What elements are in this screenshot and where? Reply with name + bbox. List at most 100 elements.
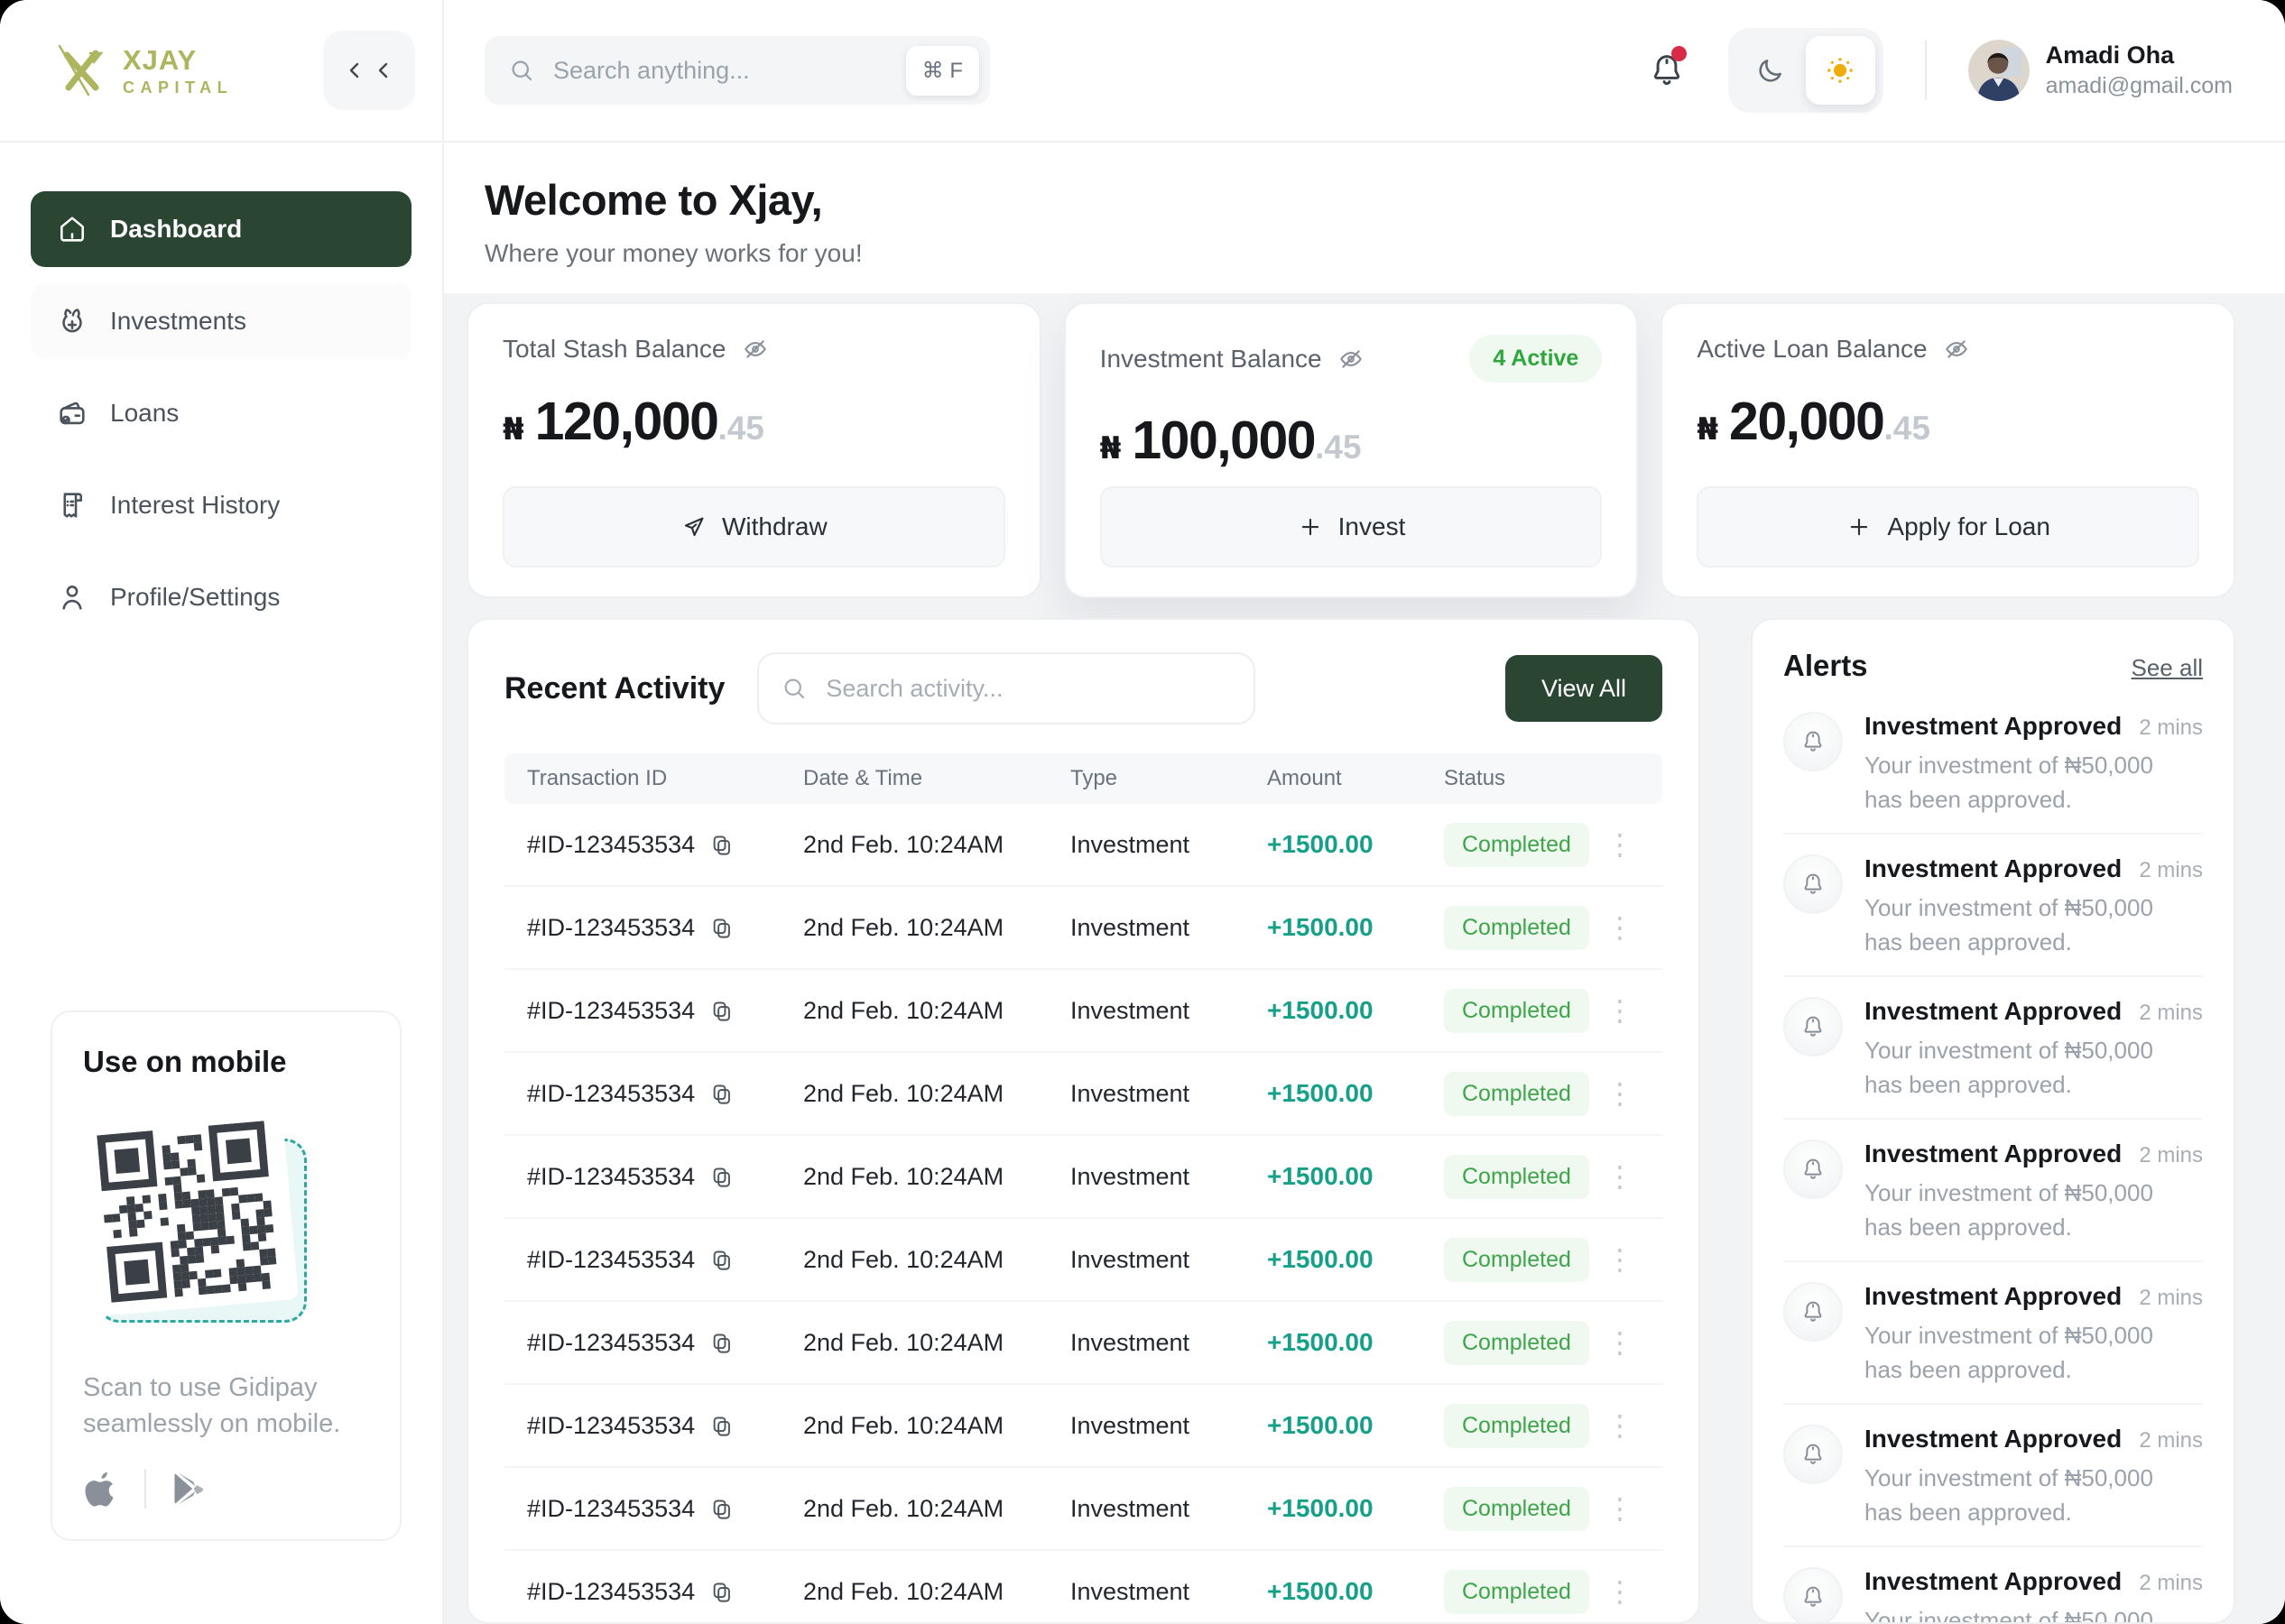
alert-item[interactable]: Investment Approved 2 mins Your investme… — [1783, 1405, 2203, 1547]
recent-activity-panel: Recent Activity View All Transaction IDD… — [467, 618, 1700, 1624]
row-menu-button[interactable]: ⋮ — [1600, 1491, 1640, 1526]
transaction-datetime: 2nd Feb. 10:24AM — [803, 1246, 1070, 1274]
transaction-type: Investment — [1070, 1495, 1267, 1523]
user-profile-menu[interactable]: Amadi Oha amadi@gmail.com — [1968, 40, 2233, 101]
apply-for-loan-button[interactable]: Apply for Loan — [1697, 486, 2199, 567]
column-header: Date & Time — [803, 766, 1070, 791]
receipt-icon — [56, 489, 88, 521]
dark-mode-button[interactable] — [1736, 36, 1806, 105]
sidebar-collapse-button[interactable] — [323, 31, 415, 110]
table-row[interactable]: #ID-123453534 2nd Feb. 10:24AM Investmen… — [504, 1551, 1662, 1622]
activity-search[interactable] — [757, 652, 1255, 724]
row-menu-button[interactable]: ⋮ — [1600, 1574, 1640, 1609]
brand-name: XJAY — [123, 46, 233, 74]
row-menu-button[interactable]: ⋮ — [1600, 1242, 1640, 1277]
transaction-type: Investment — [1070, 1329, 1267, 1357]
alert-item[interactable]: Investment Approved 2 mins Your investme… — [1783, 977, 2203, 1120]
table-row[interactable]: #ID-123453534 2nd Feb. 10:24AM Investmen… — [504, 887, 1662, 970]
transaction-amount: +1500.00 — [1267, 1245, 1444, 1274]
sidebar-item-loans[interactable]: Loans — [31, 375, 412, 451]
copy-icon[interactable] — [709, 1580, 734, 1604]
eye-off-icon[interactable] — [1942, 335, 1971, 364]
table-row[interactable]: #ID-123453534 2nd Feb. 10:24AM Investmen… — [504, 1468, 1662, 1551]
status-badge: Completed — [1444, 1487, 1589, 1531]
card-label: Active Loan Balance — [1697, 335, 1927, 364]
xjay-logo-icon — [54, 42, 110, 98]
copy-icon[interactable] — [709, 1414, 734, 1438]
notifications-button[interactable] — [1647, 49, 1687, 92]
row-menu-button[interactable]: ⋮ — [1600, 1408, 1640, 1443]
view-all-button[interactable]: View All — [1505, 655, 1662, 722]
activity-search-input[interactable] — [824, 674, 1232, 704]
wallet-icon — [56, 397, 88, 429]
eye-off-icon[interactable] — [1337, 345, 1365, 374]
table-row[interactable]: #ID-123453534 2nd Feb. 10:24AM Investmen… — [504, 970, 1662, 1053]
main-column: ⌘ F — [444, 0, 2285, 1624]
topbar: ⌘ F — [444, 0, 2285, 143]
copy-icon[interactable] — [709, 1248, 734, 1272]
copy-icon[interactable] — [709, 833, 734, 857]
table-row[interactable]: #ID-123453534 2nd Feb. 10:24AM Investmen… — [504, 1053, 1662, 1136]
withdraw-button[interactable]: Withdraw — [503, 486, 1005, 567]
copy-icon[interactable] — [709, 1497, 734, 1521]
currency-symbol: ₦ — [1100, 430, 1122, 466]
transaction-id: #ID-123453534 — [527, 831, 695, 859]
alert-item[interactable]: Investment Approved 2 mins Your investme… — [1783, 1262, 2203, 1405]
alert-body: Your investment of ₦50,000 has been appr… — [1864, 1176, 2179, 1244]
table-row[interactable]: #ID-123453534 2nd Feb. 10:24AM Investmen… — [504, 1385, 1662, 1468]
column-header: Transaction ID — [527, 766, 803, 791]
invest-button[interactable]: Invest — [1100, 486, 1603, 567]
apple-logo-icon[interactable] — [83, 1470, 121, 1508]
alert-item[interactable]: Investment Approved 2 mins Your investme… — [1783, 1547, 2203, 1622]
table-row[interactable]: #ID-123453534 2nd Feb. 10:24AM Investmen… — [504, 1136, 1662, 1219]
global-search[interactable]: ⌘ F — [485, 36, 990, 105]
alert-title: Investment Approved — [1864, 854, 2122, 883]
transaction-datetime: 2nd Feb. 10:24AM — [803, 997, 1070, 1025]
transaction-datetime: 2nd Feb. 10:24AM — [803, 831, 1070, 859]
light-mode-button[interactable] — [1806, 36, 1875, 105]
alert-bell-icon — [1799, 727, 1827, 756]
table-row[interactable]: #ID-123453534 2nd Feb. 10:24AM Investmen… — [504, 804, 1662, 887]
alert-item[interactable]: Investment Approved 2 mins Your investme… — [1783, 692, 2203, 835]
row-menu-button[interactable]: ⋮ — [1600, 1076, 1640, 1111]
row-menu-button[interactable]: ⋮ — [1600, 1325, 1640, 1360]
alert-body: Your investment of ₦50,000 has been appr… — [1864, 1033, 2179, 1102]
table-row[interactable]: #ID-123453534 2nd Feb. 10:24AM Investmen… — [504, 1302, 1662, 1385]
alert-body: Your investment of ₦50,000 has been appr… — [1864, 748, 2179, 817]
transaction-id: #ID-123453534 — [527, 1080, 695, 1108]
copy-icon[interactable] — [709, 1331, 734, 1355]
eye-off-icon[interactable] — [741, 335, 770, 364]
transaction-amount: +1500.00 — [1267, 913, 1444, 942]
copy-icon[interactable] — [709, 916, 734, 940]
alert-item[interactable]: Investment Approved 2 mins Your investme… — [1783, 835, 2203, 977]
balance-amount: ₦120,000.45 — [503, 391, 1005, 452]
see-all-link[interactable]: See all — [2132, 654, 2204, 682]
brand-logo: XJAY CAPITAL — [54, 42, 233, 98]
moon-icon — [1755, 55, 1786, 86]
sidebar-item-interest-history[interactable]: Interest History — [31, 467, 412, 543]
alert-item[interactable]: Investment Approved 2 mins Your investme… — [1783, 1120, 2203, 1262]
copy-icon[interactable] — [709, 999, 734, 1023]
sidebar-item-profile-settings[interactable]: Profile/Settings — [31, 559, 412, 635]
copy-icon[interactable] — [709, 1165, 734, 1189]
sidebar-item-dashboard[interactable]: Dashboard — [31, 191, 412, 267]
google-play-icon[interactable] — [170, 1470, 208, 1508]
investment-balance-card: Investment Balance 4 Active ₦100,000.45 … — [1064, 302, 1639, 598]
search-input[interactable] — [551, 56, 890, 86]
transaction-type: Investment — [1070, 1246, 1267, 1274]
sidebar-item-investments[interactable]: Investments — [31, 283, 412, 359]
page-subtitle: Where your money works for you! — [485, 239, 2244, 268]
chevron-left-icon — [373, 60, 394, 81]
row-menu-button[interactable]: ⋮ — [1600, 993, 1640, 1028]
transaction-amount: +1500.00 — [1267, 1494, 1444, 1523]
row-menu-button[interactable]: ⋮ — [1600, 910, 1640, 945]
active-investments-badge: 4 Active — [1469, 335, 1602, 383]
row-menu-button[interactable]: ⋮ — [1600, 827, 1640, 862]
copy-icon[interactable] — [709, 1082, 734, 1106]
table-row[interactable]: #ID-123453534 2nd Feb. 10:24AM Investmen… — [504, 1219, 1662, 1302]
status-badge: Completed — [1444, 1570, 1589, 1614]
row-menu-button[interactable]: ⋮ — [1600, 1159, 1640, 1194]
transaction-type: Investment — [1070, 1412, 1267, 1440]
status-badge: Completed — [1444, 1072, 1589, 1116]
alert-bell-icon — [1799, 1012, 1827, 1041]
